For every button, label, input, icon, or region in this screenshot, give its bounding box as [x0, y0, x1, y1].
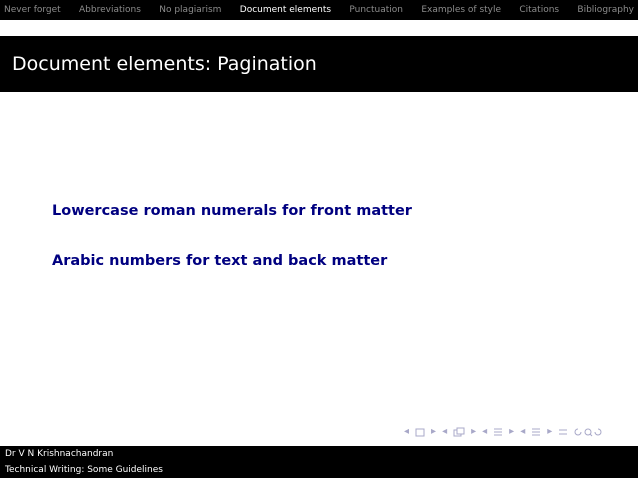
beamer-navigation-controls: ◂ ▸ ◂ ▸ ◂ ▸ ◂ ▸ [404, 424, 602, 440]
slide-title-bar: Document elements: Pagination [0, 36, 638, 92]
align-icon[interactable] [558, 427, 568, 437]
footer-author: Dr V N Krishnachandran [5, 449, 114, 459]
frame-icon[interactable] [415, 428, 425, 437]
next-arrow-icon[interactable]: ▸ [471, 427, 476, 437]
section-icon[interactable] [493, 427, 503, 437]
prev-arrow-icon[interactable]: ◂ [404, 427, 409, 437]
search-icon[interactable] [574, 427, 602, 437]
next-arrow-icon[interactable]: ▸ [431, 427, 436, 437]
footer-title-bar: Technical Writing: Some Guidelines [0, 462, 638, 478]
section-alt-icon[interactable] [531, 427, 541, 437]
bullet-item: Arabic numbers for text and back matter [52, 253, 388, 269]
nav-item-document-elements[interactable]: Document elements [240, 5, 331, 15]
next-arrow-icon[interactable]: ▸ [547, 427, 552, 437]
slide-title: Document elements: Pagination [12, 53, 317, 75]
nav-item-never-forget[interactable]: Never forget [4, 5, 61, 15]
nav-item-punctuation[interactable]: Punctuation [349, 5, 403, 15]
bullet-item: Lowercase roman numerals for front matte… [52, 203, 412, 219]
subsection-icon[interactable] [453, 427, 465, 437]
nav-item-examples-of-style[interactable]: Examples of style [421, 5, 501, 15]
nav-item-abbreviations[interactable]: Abbreviations [79, 5, 141, 15]
prev-arrow-icon[interactable]: ◂ [482, 427, 487, 437]
prev-arrow-icon[interactable]: ◂ [442, 427, 447, 437]
prev-arrow-icon[interactable]: ◂ [520, 427, 525, 437]
next-arrow-icon[interactable]: ▸ [509, 427, 514, 437]
top-navigation-bar: Never forget Abbreviations No plagiarism… [0, 0, 638, 20]
nav-item-citations[interactable]: Citations [519, 5, 559, 15]
footer-talk-title: Technical Writing: Some Guidelines [5, 465, 163, 475]
slide-content: Lowercase roman numerals for front matte… [52, 203, 412, 303]
footer-author-bar: Dr V N Krishnachandran [0, 446, 638, 462]
nav-item-no-plagiarism[interactable]: No plagiarism [159, 5, 221, 15]
nav-item-bibliography[interactable]: Bibliography [577, 5, 634, 15]
